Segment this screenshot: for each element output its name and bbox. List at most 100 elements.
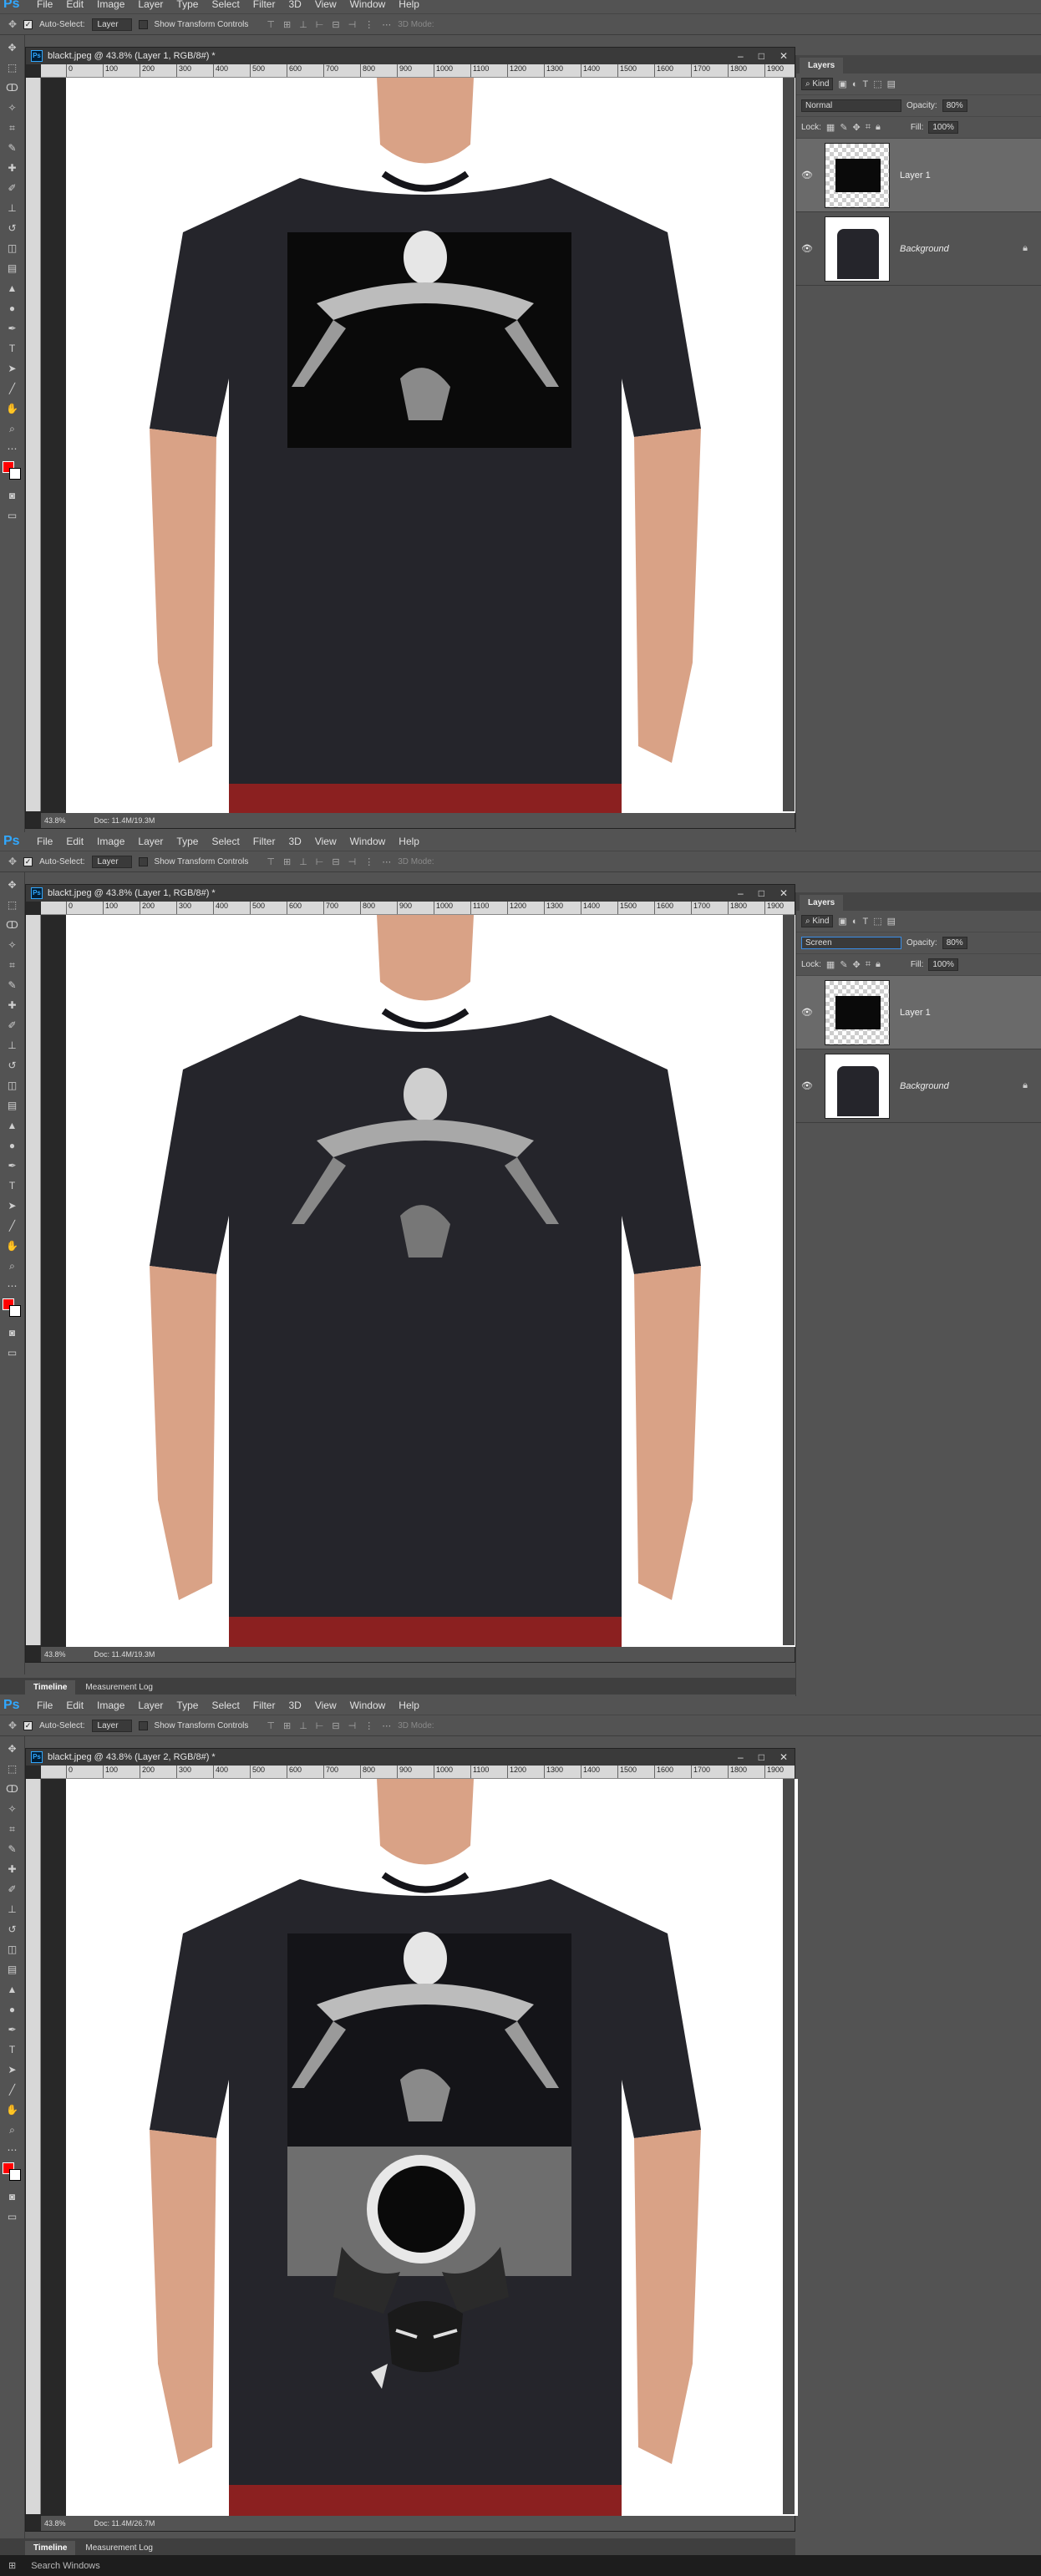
align-top-icon[interactable]: ⊤: [267, 1720, 275, 1731]
type-icon[interactable]: T: [3, 1178, 22, 1193]
lock-transparent-icon[interactable]: ▦: [826, 959, 835, 970]
healing-icon[interactable]: ✚: [3, 1862, 22, 1877]
filter-adjust-icon[interactable]: ◐: [852, 79, 858, 89]
pen-icon[interactable]: ✒: [3, 1158, 22, 1173]
crop-icon[interactable]: ⌗: [3, 958, 22, 973]
layer-row-background[interactable]: 👁︎ Background 🔒︎: [796, 212, 1041, 286]
canvas[interactable]: [66, 915, 798, 1647]
document-tab[interactable]: Ps blackt.jpeg @ 43.8% (Layer 1, RGB/8#)…: [26, 885, 795, 902]
vertical-scrollbar[interactable]: [783, 915, 795, 1645]
auto-select-checkbox[interactable]: ✓: [23, 19, 33, 29]
menu-image[interactable]: Image: [90, 0, 131, 13]
menu-3d[interactable]: 3D: [282, 1696, 307, 1715]
eraser-icon[interactable]: ◫: [3, 1942, 22, 1957]
magic-wand-icon[interactable]: ✧: [3, 1801, 22, 1816]
menu-file[interactable]: File: [30, 1696, 59, 1715]
auto-select-dropdown[interactable]: Layer: [91, 18, 132, 31]
align-middle-icon[interactable]: ⊞: [283, 1720, 291, 1731]
align-top-icon[interactable]: ⊤: [267, 19, 275, 30]
transform-controls-checkbox[interactable]: [138, 1720, 148, 1730]
screen-mode-icon[interactable]: ▭: [3, 2209, 22, 2224]
brush-icon[interactable]: ✐: [3, 180, 22, 196]
stamp-icon[interactable]: ⊥: [3, 1902, 22, 1917]
filter-type-icon[interactable]: T: [862, 79, 868, 89]
shape-icon[interactable]: ╱: [3, 381, 22, 396]
layers-tab[interactable]: Layers: [800, 895, 844, 911]
vertical-scrollbar[interactable]: [783, 1779, 795, 2514]
stamp-icon[interactable]: ⊥: [3, 201, 22, 216]
pen-icon[interactable]: ✒: [3, 2022, 22, 2037]
align-bottom-icon[interactable]: ⊥: [299, 19, 307, 30]
eyedropper-icon[interactable]: ✎: [3, 1842, 22, 1857]
history-brush-icon[interactable]: ↺: [3, 1058, 22, 1073]
menu-select[interactable]: Select: [205, 832, 246, 851]
stamp-icon[interactable]: ⊥: [3, 1038, 22, 1053]
lock-all-icon[interactable]: 🔒︎: [876, 122, 881, 133]
crop-icon[interactable]: ⌗: [3, 120, 22, 135]
align-bottom-icon[interactable]: ⊥: [299, 856, 307, 867]
move-icon[interactable]: ✥: [3, 877, 22, 892]
distribute-icon[interactable]: ⋮: [364, 856, 373, 867]
menu-window[interactable]: Window: [343, 1696, 393, 1715]
shape-icon[interactable]: ╱: [3, 2082, 22, 2097]
menu-filter[interactable]: Filter: [246, 832, 282, 851]
auto-select-dropdown[interactable]: Layer: [91, 855, 132, 868]
maximize-icon[interactable]: □: [759, 887, 764, 899]
brush-icon[interactable]: ✐: [3, 1018, 22, 1033]
measurement-log-tab[interactable]: Measurement Log: [77, 1680, 161, 1694]
zoom-level[interactable]: 43.8%: [44, 2519, 66, 2528]
blur-icon[interactable]: ▲: [3, 281, 22, 296]
more-tools-icon[interactable]: ⋯: [3, 2142, 22, 2157]
zoom-icon[interactable]: ⌕: [3, 2122, 22, 2137]
lock-paint-icon[interactable]: ✎: [840, 122, 847, 133]
fill-field[interactable]: 100%: [928, 121, 958, 134]
align-left-icon[interactable]: ⊢: [316, 856, 324, 867]
move-icon[interactable]: ✥: [3, 40, 22, 55]
align-middle-icon[interactable]: ⊞: [283, 856, 291, 867]
lasso-icon[interactable]: ↀ: [3, 917, 22, 932]
zoom-level[interactable]: 43.8%: [44, 816, 66, 825]
filter-pixel-icon[interactable]: ▣: [838, 916, 846, 927]
maximize-icon[interactable]: □: [759, 1751, 764, 1763]
opacity-field[interactable]: 80%: [942, 99, 967, 112]
menu-type[interactable]: Type: [170, 0, 205, 13]
crop-icon[interactable]: ⌗: [3, 1821, 22, 1837]
background-color[interactable]: [8, 468, 21, 480]
auto-select-checkbox[interactable]: ✓: [23, 1720, 33, 1730]
background-color[interactable]: [8, 1305, 21, 1317]
lock-paint-icon[interactable]: ✎: [840, 959, 847, 970]
blend-mode-dropdown[interactable]: Screen: [801, 937, 901, 949]
close-icon[interactable]: ✕: [779, 1751, 788, 1763]
lock-artboard-icon[interactable]: ⌗: [866, 959, 871, 970]
layer-name[interactable]: Background: [900, 1081, 949, 1091]
blur-icon[interactable]: ▲: [3, 1118, 22, 1133]
menu-view[interactable]: View: [308, 0, 343, 13]
align-center-icon[interactable]: ⊟: [332, 19, 339, 30]
layer-row-layer-1[interactable]: 👁︎ Layer 1: [796, 139, 1041, 212]
type-icon[interactable]: T: [3, 2042, 22, 2057]
visibility-eye-icon[interactable]: 👁︎: [801, 1080, 815, 1091]
opacity-field[interactable]: 80%: [942, 937, 967, 949]
marquee-icon[interactable]: ⬚: [3, 60, 22, 75]
marquee-icon[interactable]: ⬚: [3, 897, 22, 912]
distribute-h-icon[interactable]: ⋯: [382, 19, 391, 30]
hand-icon[interactable]: ✋: [3, 1238, 22, 1253]
magic-wand-icon[interactable]: ✧: [3, 100, 22, 115]
hand-icon[interactable]: ✋: [3, 401, 22, 416]
shape-icon[interactable]: ╱: [3, 1218, 22, 1233]
dodge-icon[interactable]: ●: [3, 301, 22, 316]
lock-all-icon[interactable]: 🔒︎: [876, 959, 881, 970]
distribute-h-icon[interactable]: ⋯: [382, 1720, 391, 1731]
move-tool-icon[interactable]: ✥: [8, 18, 17, 30]
menu-view[interactable]: View: [308, 1696, 343, 1715]
more-tools-icon[interactable]: ⋯: [3, 1278, 22, 1293]
align-center-icon[interactable]: ⊟: [332, 856, 339, 867]
more-tools-icon[interactable]: ⋯: [3, 441, 22, 456]
layer-name[interactable]: Layer 1: [900, 1008, 931, 1018]
menu-filter[interactable]: Filter: [246, 1696, 282, 1715]
document-tab[interactable]: Ps blackt.jpeg @ 43.8% (Layer 2, RGB/8#)…: [26, 1749, 795, 1766]
menu-edit[interactable]: Edit: [59, 0, 90, 13]
eyedropper-icon[interactable]: ✎: [3, 978, 22, 993]
transform-controls-checkbox[interactable]: [138, 856, 148, 866]
quick-mask-icon[interactable]: ◙: [3, 1325, 22, 1340]
